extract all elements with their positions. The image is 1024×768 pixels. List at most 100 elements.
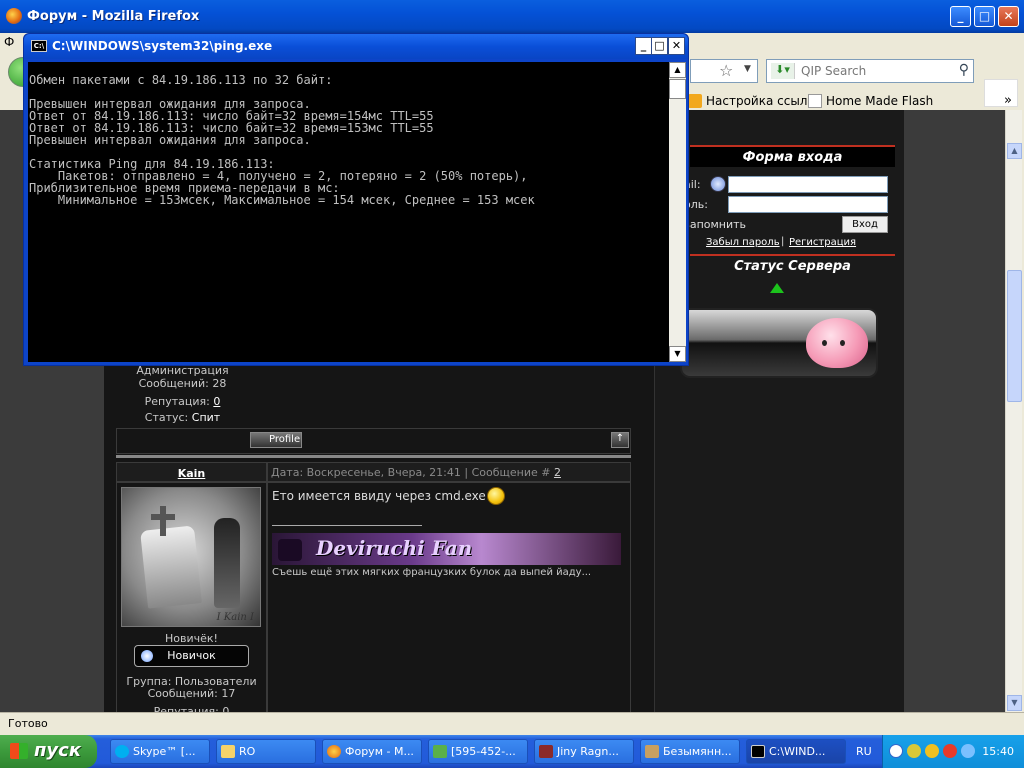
console-line: Обмен пакетами с 84.19.186.113 по 32 бай… xyxy=(29,73,333,87)
bookmarks-more-icon[interactable]: » xyxy=(1004,93,1012,108)
task-label: [595-452-... xyxy=(451,745,516,758)
cross-image xyxy=(160,506,166,536)
console-maximize-button[interactable]: □ xyxy=(651,37,668,55)
window-title: Форум - Mozilla Firefox xyxy=(27,9,200,24)
language-indicator[interactable]: RU xyxy=(856,745,872,758)
tray-expand-icon[interactable] xyxy=(889,744,903,758)
email-field[interactable] xyxy=(728,176,888,193)
tray-app-icon[interactable] xyxy=(907,744,921,758)
skype-icon xyxy=(115,745,129,758)
security-shield-icon[interactable] xyxy=(925,744,939,758)
page-scrollbar[interactable]: ▲ ▼ xyxy=(1005,110,1022,712)
poring-icon xyxy=(806,318,868,368)
smiley-icon xyxy=(487,487,505,505)
firefox-title-bar[interactable]: Форум - Mozilla Firefox _ □ ✕ xyxy=(0,0,1024,33)
bookmark-item-settings[interactable]: Настройка ссылок xyxy=(688,94,822,108)
login-button[interactable]: Вход xyxy=(842,216,888,233)
scroll-up-arrow[interactable]: ▲ xyxy=(1007,143,1022,159)
rank-badge-label: Новичок xyxy=(167,649,216,662)
page-icon xyxy=(808,94,822,108)
post2-author-link[interactable]: Kain xyxy=(178,467,206,480)
system-tray: 15:40 xyxy=(882,735,1024,768)
forgot-password-link[interactable]: Забыл пароль xyxy=(706,237,780,248)
console-window[interactable]: C:\ C:\WINDOWS\system32\ping.exe _ □ ✕ О… xyxy=(23,33,689,366)
post1-reputation: Репутация: 0 xyxy=(116,395,249,408)
signature-banner: Deviruchi Fan xyxy=(272,533,621,565)
eye xyxy=(840,340,845,346)
eye xyxy=(822,340,827,346)
console-scroll-up-arrow[interactable]: ▲ xyxy=(669,62,686,78)
user-info-icon xyxy=(710,176,726,192)
url-dropdown-icon[interactable]: ▼ xyxy=(744,64,751,74)
banner-text: Deviruchi Fan xyxy=(316,536,473,560)
console-scroll-thumb[interactable] xyxy=(669,79,686,99)
console-scrollbar[interactable]: ▲ ▼ xyxy=(669,62,686,362)
task-label: C:\WIND... xyxy=(769,745,826,758)
console-output[interactable]: Обмен пакетами с 84.19.186.113 по 32 бай… xyxy=(28,62,669,362)
task-label: Форум - М... xyxy=(345,745,414,758)
task-console[interactable]: C:\WIND... xyxy=(746,739,846,764)
reputation-value-link[interactable]: 0 xyxy=(213,395,220,408)
profile-button[interactable]: Profile xyxy=(250,432,302,448)
console-line: Минимальное = 153мсек, Максимальное = 15… xyxy=(29,193,535,207)
console-title: C:\WINDOWS\system32\ping.exe xyxy=(52,39,273,53)
task-paint[interactable]: Безымянн... xyxy=(640,739,740,764)
scroll-down-arrow[interactable]: ▼ xyxy=(1007,695,1022,711)
search-input[interactable]: QIP Search xyxy=(801,64,866,78)
cross-image xyxy=(151,514,175,520)
network-icon[interactable] xyxy=(961,744,975,758)
close-button[interactable]: ✕ xyxy=(998,6,1019,27)
paint-icon xyxy=(645,745,659,758)
status-label: Статус: xyxy=(144,411,189,424)
figure-image xyxy=(214,518,240,608)
task-jiny-ragnarok[interactable]: Jiny Ragn... xyxy=(534,739,634,764)
console-minimize-button[interactable]: _ xyxy=(635,37,652,55)
post2-messages: Сообщений: 17 xyxy=(147,687,236,700)
reputation-label: Репутация: xyxy=(144,395,210,408)
console-text: Обмен пакетами с 84.19.186.113 по 32 бай… xyxy=(28,62,669,206)
console-title-bar[interactable]: C:\ C:\WINDOWS\system32\ping.exe _ □ ✕ xyxy=(24,34,688,59)
search-icon[interactable]: ⚲ xyxy=(959,62,969,78)
scrollbar-thumb[interactable] xyxy=(1007,270,1022,402)
minimize-button[interactable]: _ xyxy=(950,6,971,27)
signature-divider xyxy=(272,525,422,526)
post2-number-link[interactable]: 2 xyxy=(554,466,561,479)
status-text: Готово xyxy=(8,717,48,730)
search-box[interactable]: ⬇▾ QIP Search ⚲ xyxy=(766,59,974,83)
windows-logo-icon xyxy=(10,743,28,759)
post2-text: Ето имеется ввиду через cmd.exe ? xyxy=(272,489,496,503)
menu-file[interactable]: Ф xyxy=(4,35,14,49)
register-link[interactable]: Регистрация xyxy=(789,237,856,248)
post2-date: Дата: Воскресенье, Вчера, 21:41 | Сообще… xyxy=(271,466,551,479)
console-close-button[interactable]: ✕ xyxy=(668,37,685,55)
post2-header: Дата: Воскресенье, Вчера, 21:41 | Сообще… xyxy=(267,462,631,482)
task-skype[interactable]: Skype™ [... xyxy=(110,739,210,764)
password-field[interactable] xyxy=(728,196,888,213)
scroll-top-button[interactable]: ↑ xyxy=(611,432,629,448)
console-icon: C:\ xyxy=(31,40,47,52)
bookmark-item-flash[interactable]: Home Made Flash xyxy=(808,94,933,108)
bookmark-star-icon[interactable]: ☆ xyxy=(719,61,733,80)
console-icon xyxy=(751,745,765,758)
start-button[interactable]: пуск xyxy=(0,735,97,768)
alert-icon[interactable] xyxy=(943,744,957,758)
bookmark-label: Home Made Flash xyxy=(826,94,934,108)
rank-badge: Новичок xyxy=(134,645,249,667)
gravestone-image xyxy=(140,525,202,609)
bookmark-folder-icon xyxy=(688,94,702,108)
chat-icon xyxy=(433,745,447,758)
post2-reputation: Репутация: 0 xyxy=(153,705,230,712)
search-engine-icon[interactable]: ⬇▾ xyxy=(771,63,795,79)
maximize-button[interactable]: □ xyxy=(974,6,995,27)
task-firefox[interactable]: Форум - М... xyxy=(322,739,422,764)
clock[interactable]: 15:40 xyxy=(982,745,1014,758)
remember-checkbox[interactable]: запомнить xyxy=(684,218,746,231)
status-value: Спит xyxy=(191,411,221,424)
post2-rank-title: Новичёк! xyxy=(165,632,218,645)
task-label: Jiny Ragn... xyxy=(557,745,619,758)
task-ro-folder[interactable]: RO xyxy=(216,739,316,764)
firefox-icon xyxy=(6,8,22,24)
server-online-arrow-icon xyxy=(770,283,784,293)
console-scroll-down-arrow[interactable]: ▼ xyxy=(669,346,686,362)
task-qip[interactable]: [595-452-... xyxy=(428,739,528,764)
